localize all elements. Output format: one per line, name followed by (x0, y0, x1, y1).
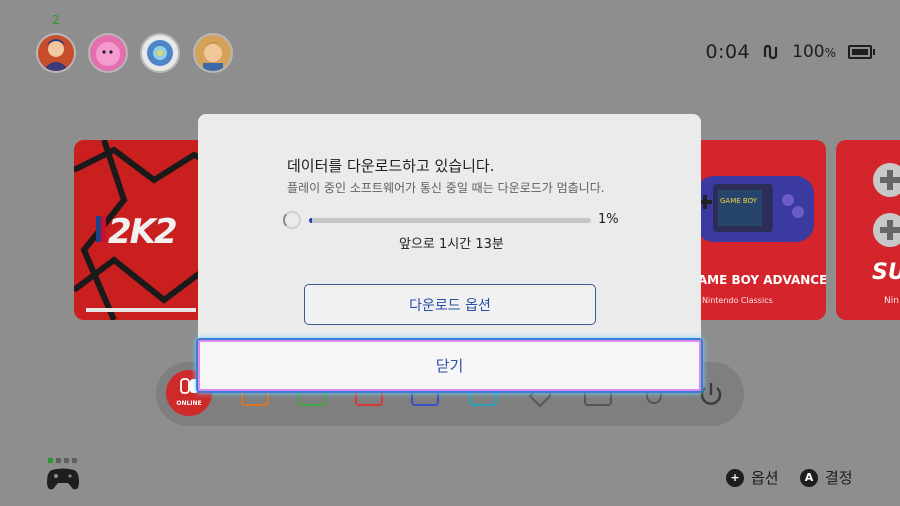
confirm-hint[interactable]: A 결정 (800, 467, 853, 488)
user-avatar-1[interactable] (36, 33, 76, 73)
clock: 0:04 (705, 41, 751, 63)
snes-controller-illustration (873, 163, 900, 247)
pro-controller-icon (47, 468, 79, 490)
user-avatar-4[interactable] (193, 33, 233, 73)
user-count: 2 (52, 13, 60, 27)
download-progress-bar (309, 218, 591, 223)
a-button-icon: A (800, 468, 818, 487)
avatar-image (42, 39, 70, 71)
options-hint-label: 옵션 (751, 469, 779, 487)
avatar-image (147, 40, 173, 66)
download-progress-percent: 1% (598, 212, 619, 227)
battery-percentage: 100% (792, 42, 836, 62)
download-progress-fill (309, 218, 312, 223)
loading-spinner-icon (283, 211, 301, 229)
player-indicator (48, 458, 80, 463)
player-led-off (56, 458, 61, 463)
gba-screen-label: GAME BOY (720, 197, 757, 205)
dialog-title: 데이터를 다운로드하고 있습니다. (287, 157, 495, 175)
online-label: ONLINE (176, 400, 202, 407)
snes-subtitle: Nin (884, 296, 899, 306)
avatar-image (201, 42, 225, 71)
battery-icon (848, 45, 875, 59)
player-led-on (48, 458, 53, 463)
network-icon (764, 44, 778, 60)
player-led-off (72, 458, 77, 463)
gba-logo: GAME BOY ADVANCE (688, 273, 826, 287)
gba-subtitle: Nintendo Classics (702, 296, 773, 305)
controller-status (46, 458, 80, 496)
game-tile-snes[interactable]: SUP Nin (836, 140, 900, 320)
options-hint[interactable]: + 옵션 (726, 467, 779, 488)
snes-logo: SUP (872, 260, 900, 285)
status-area: 0:04 100% (705, 41, 875, 63)
dialog-subtitle: 플레이 중인 소프트웨어가 통신 중일 때는 다운로드가 멈춥니다. (287, 181, 605, 195)
player-led-off (64, 458, 69, 463)
gba-device-illustration (696, 176, 814, 242)
close-button[interactable]: 닫기 (196, 338, 703, 393)
confirm-hint-label: 결정 (825, 469, 853, 487)
time-remaining: 앞으로 1시간 13분 (399, 237, 504, 252)
user-avatar-2[interactable] (88, 33, 128, 73)
nba2k-logo: 2K2 (108, 212, 178, 252)
game-tile-gba[interactable]: GAME BOY GAME BOY ADVANCE Nintendo Class… (688, 140, 826, 320)
download-options-button[interactable]: 다운로드 옵션 (304, 284, 596, 325)
plus-button-icon: + (726, 468, 744, 487)
user-avatar-3[interactable] (140, 33, 180, 73)
avatar-image (96, 42, 120, 66)
